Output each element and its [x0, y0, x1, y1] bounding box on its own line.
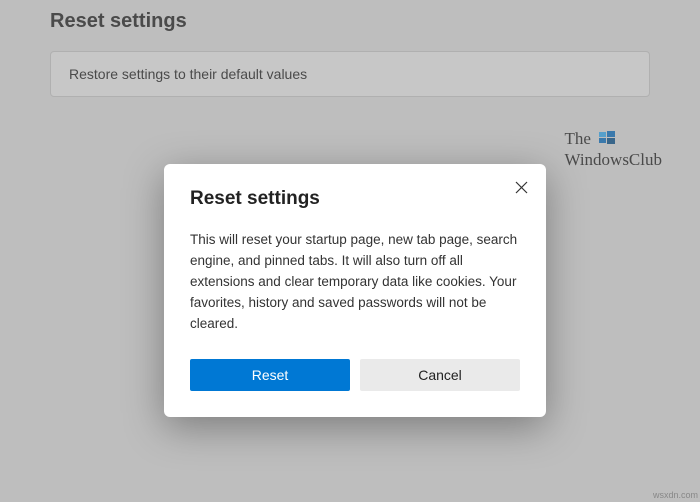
- reset-settings-dialog: Reset settings This will reset your star…: [164, 164, 546, 417]
- reset-button[interactable]: Reset: [190, 359, 350, 391]
- dialog-title: Reset settings: [190, 188, 520, 210]
- footer-mark: wsxdn.com: [653, 490, 698, 500]
- dialog-body-text: This will reset your startup page, new t…: [190, 230, 520, 335]
- close-icon: [515, 181, 528, 194]
- dialog-button-row: Reset Cancel: [190, 359, 520, 391]
- close-button[interactable]: [512, 178, 530, 196]
- cancel-button[interactable]: Cancel: [360, 359, 520, 391]
